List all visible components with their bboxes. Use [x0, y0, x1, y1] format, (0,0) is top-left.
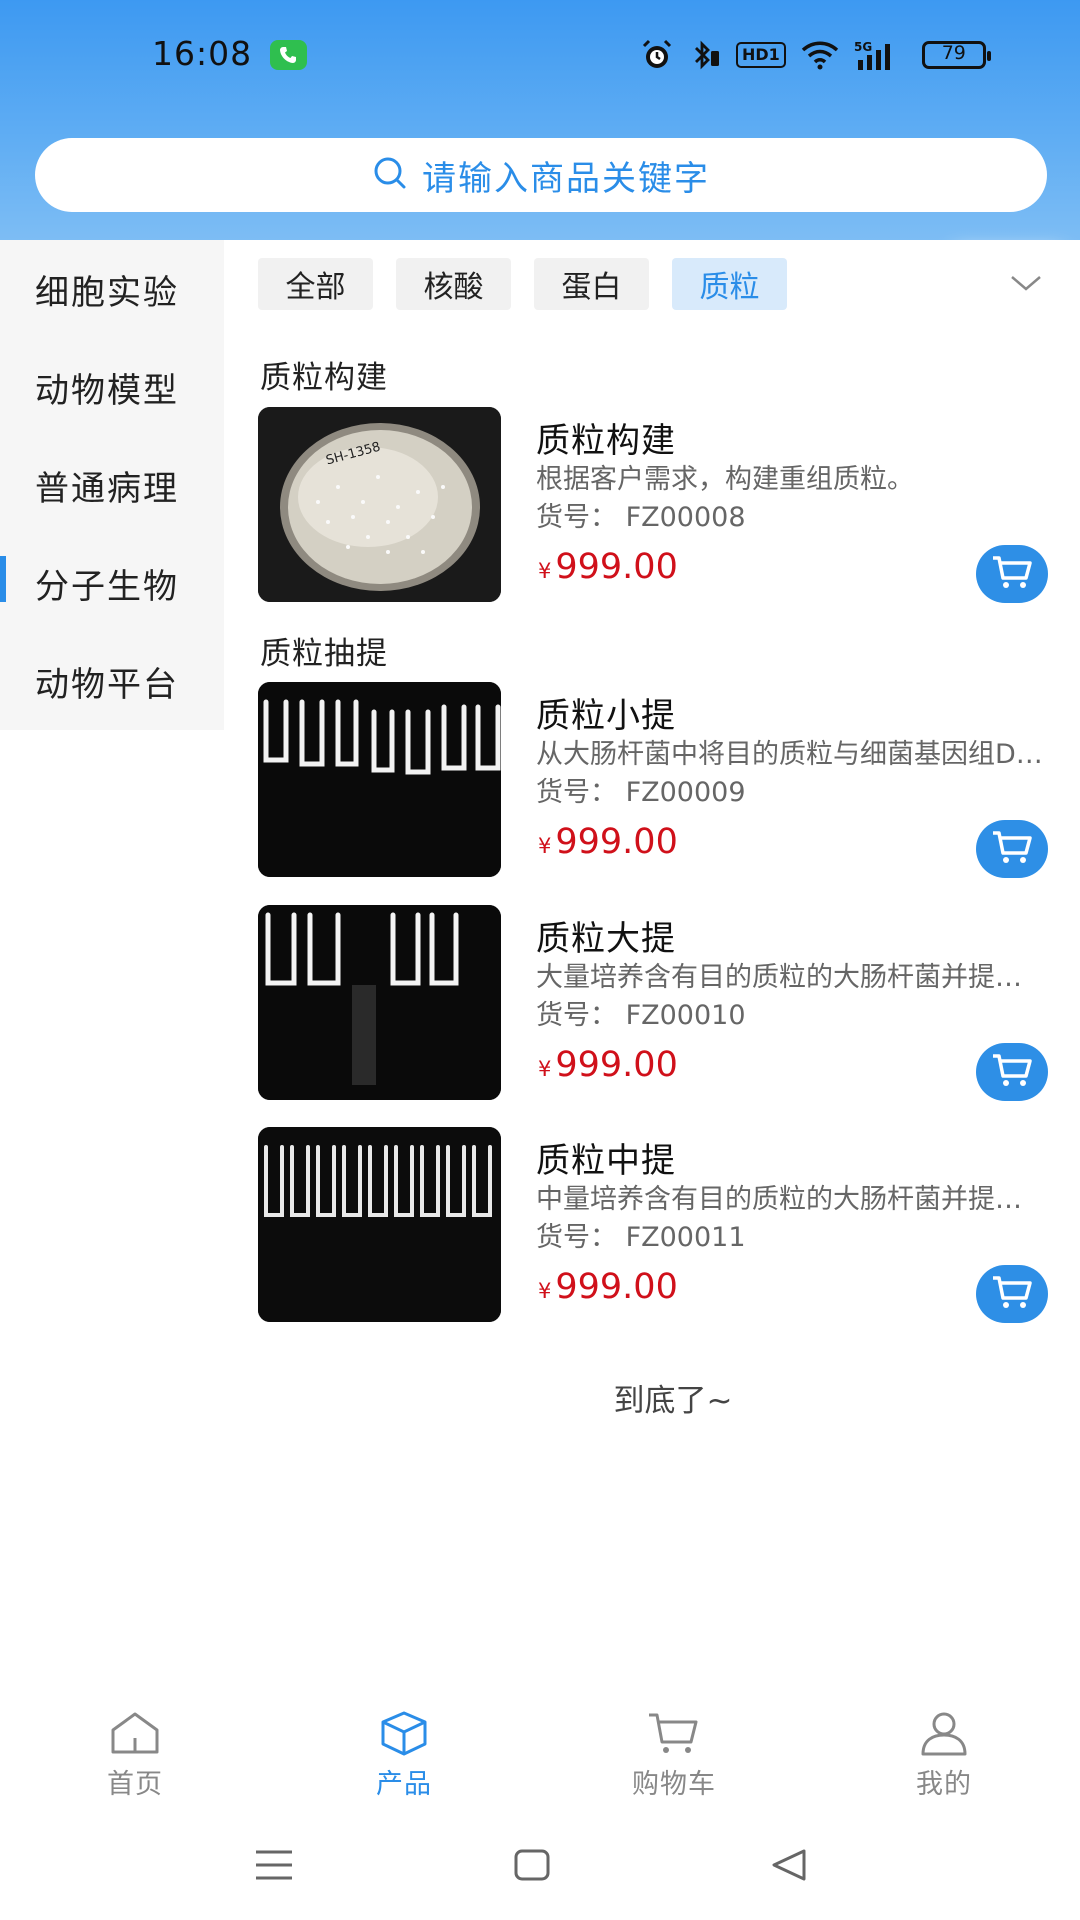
cart-icon [990, 829, 1034, 869]
status-time: 16:08 [152, 34, 253, 73]
search-placeholder: 请输入商品关键字 [422, 158, 710, 199]
product-code: 货号： FZ00008 [536, 502, 746, 533]
expand-chips-button[interactable] [972, 250, 1080, 320]
cart-icon [990, 1052, 1034, 1092]
product-code: 货号： FZ00009 [536, 777, 746, 808]
product-name: 质粒小提 [536, 696, 676, 736]
product-name: 质粒大提 [536, 919, 676, 959]
sidebar-item-cell-experiment[interactable]: 细胞实验 [0, 240, 224, 338]
end-of-list-text: 到底了~ [613, 1383, 733, 1419]
product-description: 中量培养含有目的质粒的大肠杆菌并提取质粒 [536, 1184, 1048, 1215]
category-chips: 全部 核酸 蛋白 质粒 [258, 258, 787, 310]
section-title: 质粒抽提 [260, 636, 388, 672]
sidebar-item-animal-platform[interactable]: 动物平台 [0, 632, 224, 730]
hd-icon: HD1 [736, 38, 786, 72]
search-input[interactable]: 请输入商品关键字 [35, 138, 1047, 212]
sidebar-item-molecular-biology[interactable]: 分子生物 [0, 534, 224, 632]
product-description: 大量培养含有目的质粒的大肠杆菌并提取质粒 [536, 962, 1048, 993]
product-code: 货号： FZ00011 [536, 1222, 746, 1253]
product-card[interactable]: 质粒中提 中量培养含有目的质粒的大肠杆菌并提取质粒 货号： FZ00011 ¥9… [258, 1127, 1048, 1323]
add-to-cart-button[interactable] [976, 545, 1048, 603]
product-description: 从大肠杆菌中将目的质粒与细菌基因组DNA分离 [536, 739, 1048, 770]
add-to-cart-button[interactable] [976, 1043, 1048, 1101]
product-image [258, 682, 501, 877]
chip-plasmid[interactable]: 质粒 [672, 258, 787, 310]
menu-icon[interactable] [254, 1848, 294, 1886]
product-price: ¥999.00 [538, 822, 678, 862]
nav-products[interactable]: 产品 [314, 1700, 494, 1810]
system-nav-bar [0, 1840, 1080, 1920]
product-image [258, 905, 501, 1100]
home-icon [45, 1710, 225, 1756]
product-image [258, 1127, 501, 1322]
cart-icon [990, 554, 1034, 594]
bluetooth-icon [688, 38, 722, 72]
chip-protein[interactable]: 蛋白 [534, 258, 649, 310]
product-name: 质粒构建 [536, 421, 676, 461]
product-code: 货号： FZ00010 [536, 1000, 746, 1031]
battery-icon: 79 [914, 38, 991, 72]
product-card[interactable]: 质粒小提 从大肠杆菌中将目的质粒与细菌基因组DNA分离 货号： FZ00009 … [258, 682, 1048, 878]
phone-call-icon [270, 40, 307, 70]
sidebar-item-pathology[interactable]: 普通病理 [0, 436, 224, 534]
chip-all[interactable]: 全部 [258, 258, 373, 310]
svg-text:5G: 5G [854, 40, 872, 54]
status-bar: 16:08 HD1 5G 79 [0, 0, 1080, 110]
bottom-nav: 首页 产品 购物车 我的 [0, 1700, 1080, 1810]
product-name: 质粒中提 [536, 1141, 676, 1181]
add-to-cart-button[interactable] [976, 1265, 1048, 1323]
nav-cart[interactable]: 购物车 [584, 1700, 764, 1810]
product-card[interactable]: 质粒大提 大量培养含有目的质粒的大肠杆菌并提取质粒 货号： FZ00010 ¥9… [258, 905, 1048, 1101]
chevron-down-icon [1009, 273, 1043, 297]
search-icon [372, 155, 408, 195]
section-title: 质粒构建 [260, 360, 388, 396]
cart-icon [584, 1710, 764, 1756]
product-image: SH-1358 [258, 407, 501, 602]
category-sidebar: 细胞实验 动物模型 普通病理 分子生物 动物平台 [0, 240, 224, 730]
product-price: ¥999.00 [538, 1267, 678, 1307]
wifi-icon [800, 38, 840, 72]
nav-home[interactable]: 首页 [45, 1700, 225, 1810]
add-to-cart-button[interactable] [976, 820, 1048, 878]
user-icon [854, 1710, 1034, 1756]
nav-profile[interactable]: 我的 [854, 1700, 1034, 1810]
back-icon[interactable] [770, 1848, 808, 1886]
signal-5g-icon: 5G [854, 38, 900, 72]
product-card[interactable]: SH-1358 质粒构建 根据客户需求，构建重组质粒。 货号： FZ00008 … [258, 407, 1048, 603]
cart-icon [990, 1274, 1034, 1314]
status-icons: HD1 5G 79 [640, 36, 991, 74]
alarm-icon [640, 38, 674, 72]
chip-nucleic-acid[interactable]: 核酸 [396, 258, 511, 310]
product-description: 根据客户需求，构建重组质粒。 [536, 464, 914, 495]
sidebar-item-animal-model[interactable]: 动物模型 [0, 338, 224, 436]
product-price: ¥999.00 [538, 1045, 678, 1085]
product-price: ¥999.00 [538, 547, 678, 587]
box-icon [314, 1710, 494, 1756]
home-square-icon[interactable] [513, 1848, 551, 1886]
